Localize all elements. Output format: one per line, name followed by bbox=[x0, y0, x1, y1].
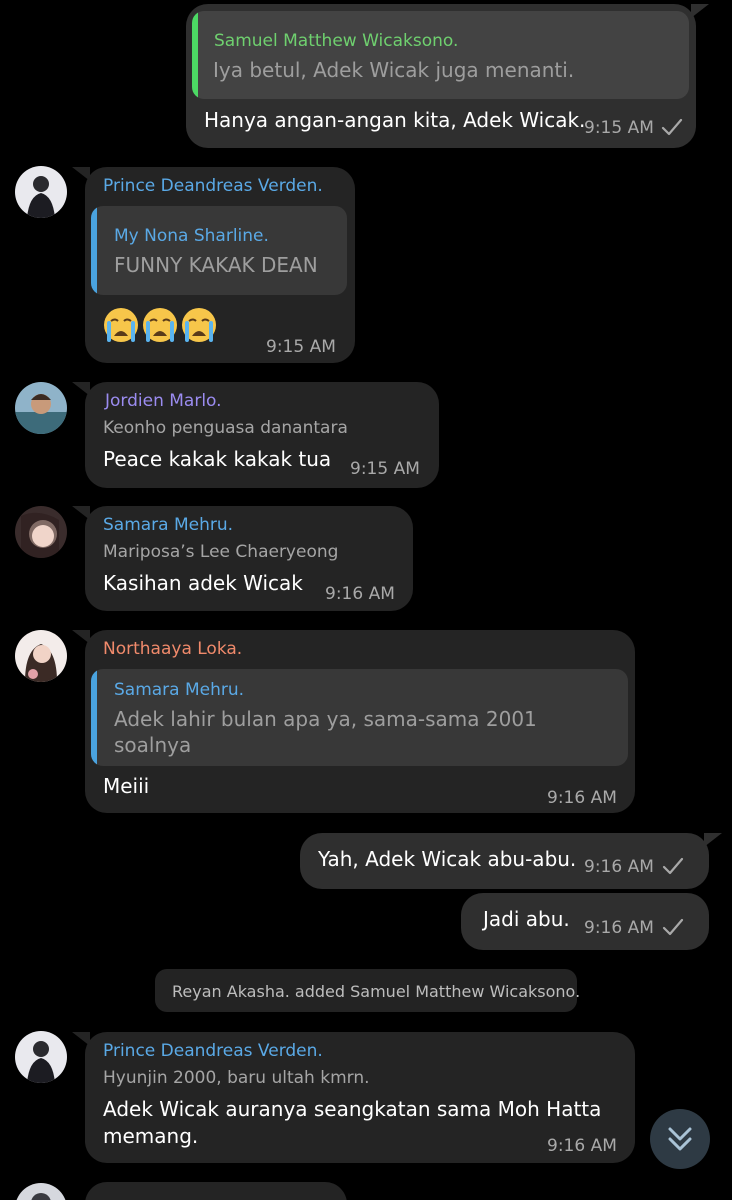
reply-text-line-1: Adek lahir bulan apa ya, sama-sama 2001 bbox=[114, 707, 537, 731]
message-bubble-incoming[interactable]: Northaaya Loka. Samara Mehru. Adek lahir… bbox=[72, 630, 635, 813]
reply-bar bbox=[192, 11, 198, 99]
sender-title: Keonho penguasa danantara bbox=[103, 418, 348, 438]
scroll-down-button[interactable] bbox=[650, 1109, 710, 1169]
message-text-line-1: Adek Wicak auranya seangkatan sama Moh H… bbox=[103, 1097, 602, 1121]
avatar-image bbox=[15, 166, 67, 218]
crying-face-emoji bbox=[182, 308, 216, 342]
message-bubble-incoming[interactable] bbox=[85, 1182, 347, 1200]
avatar[interactable] bbox=[15, 630, 67, 682]
crying-face-emoji bbox=[104, 308, 138, 342]
message-bubble-incoming[interactable]: Prince Deandreas Verden. Hyunjin 2000, b… bbox=[72, 1032, 635, 1163]
message-bubble-outgoing[interactable]: Jadi abu. 9:16 AM bbox=[461, 893, 709, 950]
reply-sender: My Nona Sharline. bbox=[114, 226, 269, 246]
reply-bar bbox=[91, 206, 97, 295]
reply-text: FUNNY KAKAK DEAN bbox=[114, 253, 318, 277]
avatar-image bbox=[15, 1183, 67, 1200]
avatar[interactable] bbox=[15, 382, 67, 434]
sender-name[interactable]: Samara Mehru. bbox=[103, 515, 233, 535]
message-time: 9:15 AM bbox=[350, 459, 420, 479]
message-bubble-outgoing[interactable]: Yah, Adek Wicak abu-abu. 9:16 AM bbox=[300, 833, 722, 889]
message-time: 9:15 AM bbox=[584, 118, 654, 138]
message-time: 9:16 AM bbox=[547, 788, 617, 808]
service-message: Reyan Akasha. added Samuel Matthew Wicak… bbox=[155, 969, 581, 1012]
avatar[interactable] bbox=[15, 1183, 67, 1200]
avatar-image bbox=[15, 506, 67, 558]
double-chevron-down-icon bbox=[668, 1127, 692, 1151]
message-text: Meiii bbox=[103, 774, 150, 798]
avatar[interactable] bbox=[15, 1031, 67, 1083]
reply-text: Iya betul, Adek Wicak juga menanti. bbox=[213, 58, 575, 82]
message-time: 9:16 AM bbox=[325, 584, 395, 604]
reply-preview[interactable]: Samara Mehru. Adek lahir bulan apa ya, s… bbox=[91, 669, 628, 766]
message-text: Yah, Adek Wicak abu-abu. bbox=[318, 847, 577, 871]
reply-bar bbox=[91, 669, 97, 766]
check-icon bbox=[662, 918, 684, 936]
message-text: Jadi abu. bbox=[483, 907, 570, 931]
message-time: 9:15 AM bbox=[266, 337, 336, 357]
reply-sender: Samara Mehru. bbox=[114, 680, 245, 700]
message-time: 9:16 AM bbox=[547, 1136, 617, 1156]
crying-face-emoji bbox=[143, 308, 177, 342]
message-bubble-incoming[interactable]: Jordien Marlo. Keonho penguasa danantara… bbox=[72, 382, 439, 488]
message-text: Hanya angan-angan kita, Adek Wicak. bbox=[204, 108, 586, 132]
message-text: Peace kakak kakak tua bbox=[103, 447, 332, 471]
avatar[interactable] bbox=[15, 166, 67, 218]
sender-name[interactable]: Jordien Marlo. bbox=[105, 391, 222, 411]
chat-history[interactable]: Samuel Matthew Wicaksono. Iya betul, Ade… bbox=[0, 0, 732, 1200]
check-icon bbox=[661, 118, 683, 136]
message-bubble-outgoing[interactable]: Samuel Matthew Wicaksono. Iya betul, Ade… bbox=[186, 4, 709, 148]
reply-text-line-2: soalnya bbox=[114, 733, 192, 757]
message-text-line-2: memang. bbox=[103, 1124, 199, 1148]
message-time: 9:16 AM bbox=[584, 857, 654, 877]
sender-name[interactable]: Prince Deandreas Verden. bbox=[103, 176, 323, 196]
service-message-text: Reyan Akasha. added Samuel Matthew Wicak… bbox=[172, 982, 581, 1001]
avatar[interactable] bbox=[15, 506, 67, 558]
reply-preview[interactable]: My Nona Sharline. FUNNY KAKAK DEAN bbox=[91, 206, 347, 295]
sender-name[interactable]: Northaaya Loka. bbox=[103, 639, 242, 659]
sender-name[interactable]: Prince Deandreas Verden. bbox=[103, 1041, 323, 1061]
message-text: Kasihan adek Wicak bbox=[103, 571, 303, 595]
avatar-image bbox=[15, 382, 67, 434]
sender-title: Hyunjin 2000, baru ultah kmrn. bbox=[103, 1068, 370, 1088]
avatar-image bbox=[15, 630, 67, 682]
reply-preview[interactable]: Samuel Matthew Wicaksono. Iya betul, Ade… bbox=[192, 11, 689, 99]
message-bubble-incoming[interactable]: Samara Mehru. Mariposa’s Lee Chaeryeong … bbox=[72, 506, 413, 611]
avatar-image bbox=[15, 1031, 67, 1083]
sender-title: Mariposa’s Lee Chaeryeong bbox=[103, 542, 339, 562]
check-icon bbox=[662, 857, 684, 875]
message-time: 9:16 AM bbox=[584, 918, 654, 938]
message-bubble-incoming[interactable]: Prince Deandreas Verden. My Nona Sharlin… bbox=[72, 167, 355, 363]
reply-sender: Samuel Matthew Wicaksono. bbox=[214, 31, 459, 51]
